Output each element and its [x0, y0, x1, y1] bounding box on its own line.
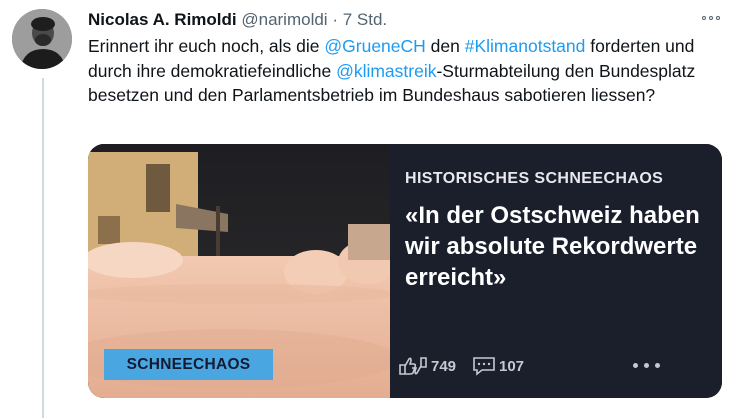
card-kicker: HISTORISCHES SCHNEECHAOS — [405, 170, 664, 187]
thread-line — [42, 78, 44, 418]
hashtag-link[interactable]: #Klimanotstand — [465, 36, 586, 56]
thumbs-icon — [399, 357, 427, 375]
avatar[interactable] — [12, 9, 72, 69]
likes-stat: 749 — [398, 355, 456, 377]
author-name[interactable]: Nicolas A. Rimoldi — [88, 10, 237, 29]
text-part: Erinnert ihr euch noch, als die — [88, 36, 325, 56]
author-handle[interactable]: @narimoldi — [241, 10, 327, 29]
tweet-header: Nicolas A. Rimoldi @narimoldi · 7 Std. — [88, 9, 719, 31]
card-more-icon[interactable] — [633, 358, 673, 372]
tweet-text: Erinnert ihr euch noch, als die @GrueneC… — [88, 34, 718, 108]
text-part: den — [425, 36, 465, 56]
card-headline: «In der Ostschweiz haben wir absolute Re… — [405, 202, 700, 291]
more-icon[interactable] — [697, 10, 725, 26]
separator: · — [332, 10, 338, 29]
comments-count: 107 — [499, 357, 525, 375]
timestamp[interactable]: 7 Std. — [343, 10, 387, 29]
comment-icon — [473, 357, 495, 376]
media-card[interactable]: HISTORISCHES SCHNEECHAOS «In der Ostschw… — [88, 144, 722, 398]
mention-link[interactable]: @GrueneCH — [324, 36, 425, 56]
category-badge: SCHNEECHAOS — [104, 349, 273, 380]
likes-count: 749 — [431, 357, 457, 375]
comments-stat: 107 — [472, 355, 524, 377]
avatar-photo — [12, 9, 72, 69]
mention-link[interactable]: @klimastreik — [336, 61, 436, 81]
